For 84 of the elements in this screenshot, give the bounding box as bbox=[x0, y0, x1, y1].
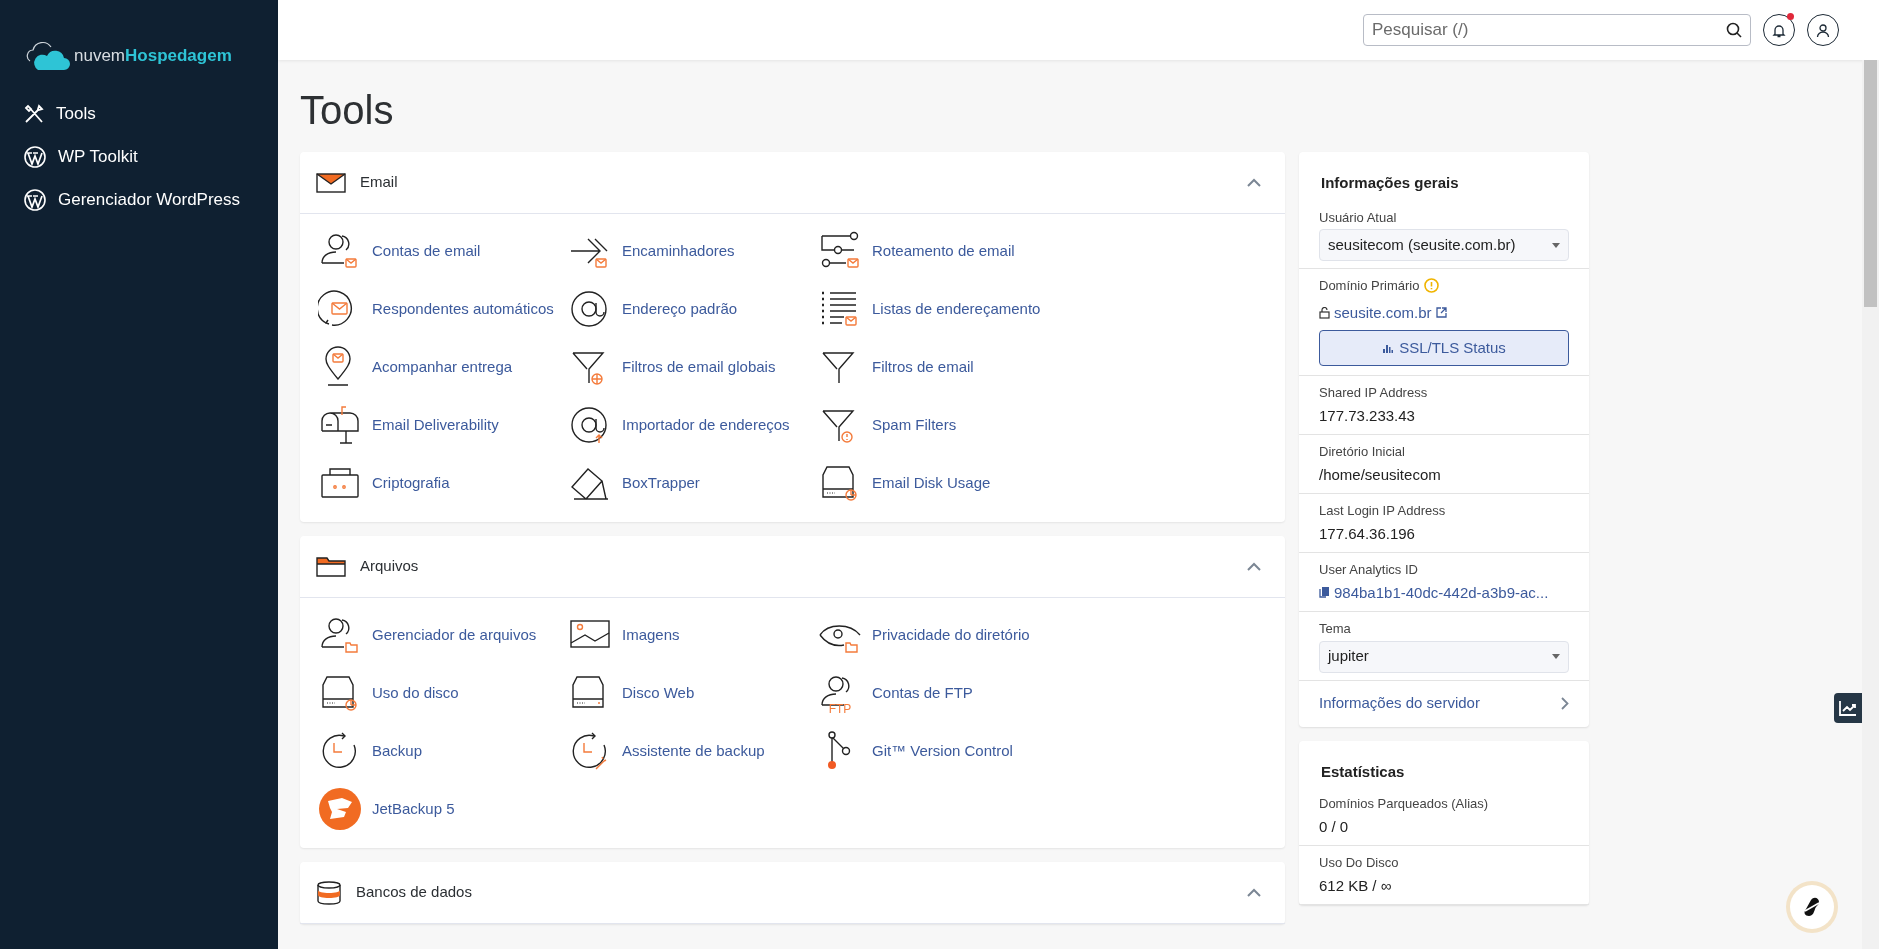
tool-link[interactable]: Privacidade do diretório bbox=[818, 606, 1068, 664]
caret-icon bbox=[1552, 242, 1560, 248]
copy-icon[interactable] bbox=[1319, 587, 1329, 599]
ssl-status-button[interactable]: SSL/TLS Status bbox=[1319, 330, 1569, 366]
section-header[interactable]: Email bbox=[300, 152, 1285, 214]
chevron-right-icon bbox=[1561, 697, 1569, 710]
tool-link[interactable]: Gerenciador de arquivos bbox=[318, 606, 568, 664]
caret-icon bbox=[1552, 654, 1560, 659]
field-label: Usuário Atual bbox=[1319, 208, 1398, 227]
floating-action-button[interactable] bbox=[1790, 885, 1834, 929]
analytics-button[interactable] bbox=[1834, 693, 1862, 723]
card-title: Estatísticas bbox=[1320, 761, 1406, 782]
wordpress-icon bbox=[24, 145, 46, 168]
sidebar-item[interactable]: WP Toolkit bbox=[0, 135, 278, 178]
tool-link[interactable]: Listas de endereçamento bbox=[818, 280, 1068, 338]
card-title: Informações gerais bbox=[1320, 173, 1460, 193]
envelope-icon bbox=[316, 172, 346, 193]
tool-link[interactable]: Endereço padrão bbox=[568, 280, 818, 338]
icon-caption: FTP bbox=[828, 702, 852, 715]
field-value: 177.64.36.196 bbox=[1319, 523, 1416, 544]
field-label: Uso Do Disco bbox=[1319, 854, 1400, 872]
brand-logo: nuvemHospedagem bbox=[74, 45, 232, 68]
tool-link[interactable]: Email Deliverability bbox=[318, 396, 568, 454]
field-value: 612 KB / ∞ bbox=[1319, 875, 1393, 896]
field-label: Shared IP Address bbox=[1319, 384, 1429, 402]
tool-link[interactable]: Criptografia bbox=[318, 454, 568, 512]
database-icon bbox=[316, 880, 342, 905]
tool-link[interactable]: JetBackup 5 bbox=[318, 780, 568, 838]
analytics-id[interactable]: 984ba1b1-40dc-442d-a3b9-ac... bbox=[1334, 581, 1549, 604]
lock-icon bbox=[1319, 306, 1330, 319]
server-info-link[interactable]: Informações do servidor bbox=[1299, 680, 1589, 727]
section-title: Email bbox=[360, 172, 399, 193]
tool-link[interactable]: FTP Contas de FTP bbox=[818, 664, 1068, 722]
bell-icon bbox=[1772, 22, 1786, 38]
dropdown[interactable]: seusitecom (seusite.com.br) bbox=[1319, 229, 1569, 261]
tool-link[interactable]: Importador de endereços bbox=[568, 396, 818, 454]
user-icon bbox=[1816, 22, 1830, 38]
tool-link[interactable]: Disco Web bbox=[568, 664, 818, 722]
sidebar-item[interactable]: Tools bbox=[0, 92, 278, 135]
tools-icon bbox=[24, 103, 44, 124]
mailbox-icon bbox=[318, 403, 362, 447]
tool-link[interactable]: Spam Filters bbox=[818, 396, 1068, 454]
tool-link[interactable]: Uso do disco bbox=[318, 664, 568, 722]
tool-link[interactable]: Contas de email bbox=[318, 222, 568, 280]
field-label: User Analytics ID bbox=[1319, 561, 1419, 579]
page-title: Tools bbox=[300, 87, 395, 134]
tool-link[interactable]: Roteamento de email bbox=[818, 222, 1068, 280]
section-header[interactable]: Arquivos bbox=[300, 536, 1285, 598]
tool-link[interactable]: Backup bbox=[318, 722, 568, 780]
field-value: /home/seusitecom bbox=[1319, 464, 1442, 485]
field-label: Domínio Primário bbox=[1319, 277, 1420, 295]
field-value: 177.73.233.43 bbox=[1319, 405, 1416, 426]
cloud-logo-icon bbox=[24, 41, 70, 71]
folder-icon bbox=[316, 556, 346, 577]
sidebar-item[interactable]: Gerenciador WordPress bbox=[0, 178, 278, 221]
field-value: 0 / 0 bbox=[1319, 816, 1350, 837]
tool-link[interactable]: Filtros de email globais bbox=[568, 338, 818, 396]
tool-link[interactable]: Acompanhar entrega bbox=[318, 338, 568, 396]
tool-link[interactable]: Email Disk Usage bbox=[818, 454, 1068, 512]
field-label: Domínios Parqueados (Alias) bbox=[1319, 795, 1490, 813]
tool-link[interactable]: Encaminhadores bbox=[568, 222, 818, 280]
scrollbar[interactable] bbox=[1862, 60, 1879, 949]
field-label: Last Login IP Address bbox=[1319, 502, 1447, 520]
search-field[interactable]: Pesquisar (/) bbox=[1363, 14, 1751, 46]
badge-icon bbox=[318, 787, 362, 831]
field-label: Diretório Inicial bbox=[1319, 443, 1406, 461]
domain-link[interactable]: seusite.com.br bbox=[1334, 301, 1432, 324]
external-link-icon bbox=[1435, 307, 1447, 319]
tool-link[interactable]: Filtros de email bbox=[818, 338, 1068, 396]
tool-link[interactable]: BoxTrapper bbox=[568, 454, 818, 512]
section-title: Bancos de dados bbox=[356, 882, 473, 903]
tool-link[interactable]: Assistente de backup bbox=[568, 722, 818, 780]
bean-icon bbox=[1803, 896, 1821, 918]
field-label: Tema bbox=[1319, 620, 1352, 638]
search-icon bbox=[1725, 21, 1743, 39]
section-title: Arquivos bbox=[360, 556, 420, 577]
wordpress-icon bbox=[24, 188, 46, 211]
tool-link[interactable]: Respondentes automáticos bbox=[318, 280, 568, 338]
section-header[interactable]: Bancos de dados bbox=[300, 862, 1285, 924]
bar-chart-icon bbox=[1382, 343, 1394, 353]
tool-link[interactable]: Git™ Version Control bbox=[818, 722, 1068, 780]
chart-icon bbox=[1839, 700, 1857, 716]
dropdown[interactable]: jupiter bbox=[1319, 640, 1569, 673]
tool-link[interactable]: Imagens bbox=[568, 606, 818, 664]
